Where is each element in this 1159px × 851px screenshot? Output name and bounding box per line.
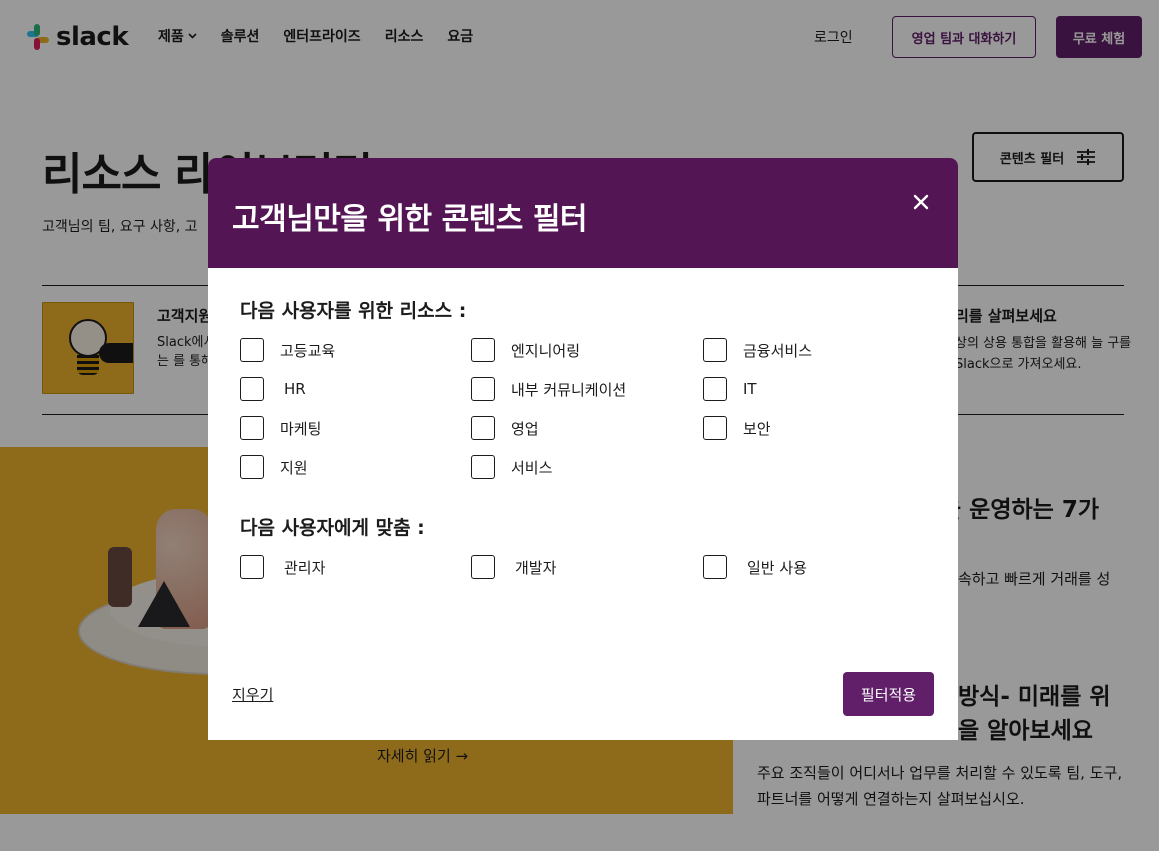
content-filter-modal: 고객님만을 위한 콘텐츠 필터 다음 사용자를 위한 리소스 : 고등교육 엔지…: [208, 158, 958, 740]
checkbox-service[interactable]: 서비스: [471, 455, 552, 479]
checkbox-higher-education[interactable]: 고등교육: [240, 338, 335, 362]
checkbox[interactable]: [471, 377, 495, 401]
modal-header: 고객님만을 위한 콘텐츠 필터: [208, 158, 958, 268]
checkbox-engineering[interactable]: 엔지니어링: [471, 338, 580, 362]
checkbox-label: 금융서비스: [743, 341, 813, 360]
checkbox[interactable]: [703, 377, 727, 401]
checkbox-label: 지원: [280, 458, 308, 477]
checkbox-label: 관리자: [284, 558, 326, 577]
checkbox-label: 일반 사용: [747, 558, 807, 577]
close-button[interactable]: [908, 189, 934, 215]
checkbox-security[interactable]: 보안: [703, 416, 771, 440]
checkbox-label: 개발자: [515, 558, 557, 577]
checkbox-label: 내부 커뮤니케이션: [511, 380, 627, 399]
checkbox[interactable]: [703, 338, 727, 362]
section-title-resources: 다음 사용자를 위한 리소스 :: [240, 300, 467, 322]
section-title-audience: 다음 사용자에게 맞춤 :: [240, 517, 425, 539]
checkbox[interactable]: [471, 455, 495, 479]
checkbox[interactable]: [240, 455, 264, 479]
checkbox-label: 영업: [511, 419, 539, 438]
checkbox-general-use[interactable]: 일반 사용: [703, 555, 807, 579]
checkbox-hr[interactable]: HR: [240, 377, 306, 401]
checkbox-sales[interactable]: 영업: [471, 416, 539, 440]
checkbox[interactable]: [471, 338, 495, 362]
checkbox-it[interactable]: IT: [703, 377, 757, 401]
checkbox[interactable]: [240, 338, 264, 362]
checkbox-label: 보안: [743, 419, 771, 438]
checkbox-developer[interactable]: 개발자: [471, 555, 556, 579]
checkbox[interactable]: [240, 377, 264, 401]
checkbox-label: HR: [284, 380, 306, 398]
checkbox[interactable]: [703, 416, 727, 440]
checkbox-admin[interactable]: 관리자: [240, 555, 325, 579]
clear-filters-link[interactable]: 지우기: [232, 684, 273, 705]
checkbox-label: 엔지니어링: [511, 341, 581, 360]
checkbox-marketing[interactable]: 마케팅: [240, 416, 321, 440]
checkbox[interactable]: [240, 555, 264, 579]
checkbox[interactable]: [240, 416, 264, 440]
checkbox[interactable]: [471, 416, 495, 440]
close-icon: [913, 194, 929, 210]
checkbox[interactable]: [703, 555, 727, 579]
apply-filter-button[interactable]: 필터적용: [843, 672, 934, 716]
checkbox-financial-services[interactable]: 금융서비스: [703, 338, 812, 362]
checkbox-label: IT: [743, 380, 757, 398]
modal-title: 고객님만을 위한 콘텐츠 필터: [232, 202, 588, 237]
checkbox-label: 고등교육: [280, 341, 336, 360]
checkbox-internal-communications[interactable]: 내부 커뮤니케이션: [471, 377, 626, 401]
checkbox-support[interactable]: 지원: [240, 455, 308, 479]
checkbox[interactable]: [471, 555, 495, 579]
checkbox-label: 서비스: [511, 458, 553, 477]
checkbox-label: 마케팅: [280, 419, 322, 438]
